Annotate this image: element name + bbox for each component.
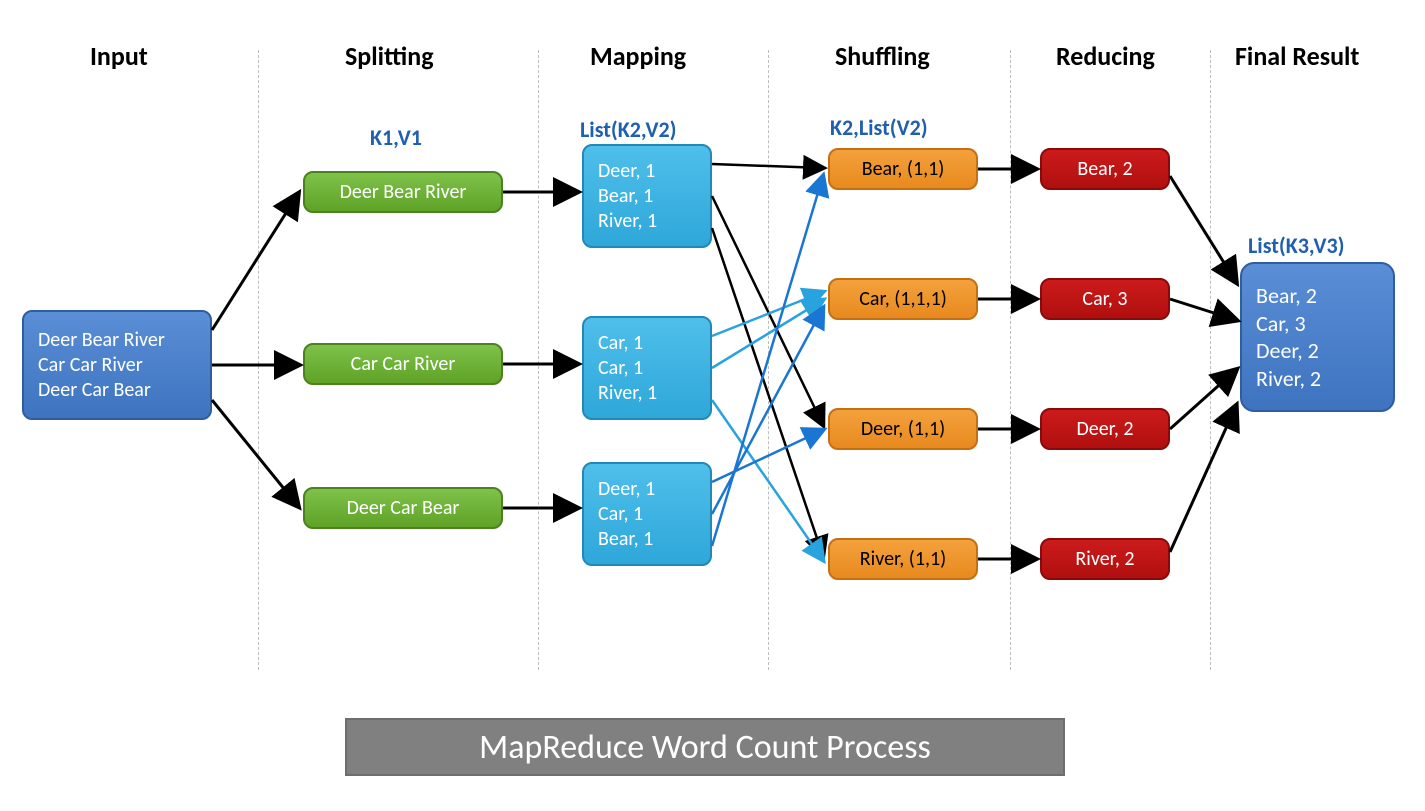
sublabel-listk2v2: List(K2,V2) bbox=[580, 116, 677, 143]
map-box-0: Deer, 1 Bear, 1 River, 1 bbox=[582, 144, 712, 248]
shuffle-box-0: Bear, (1,1) bbox=[828, 148, 978, 190]
input-line: Deer Car Bear bbox=[38, 378, 151, 403]
map-line: Bear, 1 bbox=[598, 527, 653, 552]
split-box-2: Deer Car Bear bbox=[303, 487, 503, 529]
reduce-box-3: River, 2 bbox=[1040, 538, 1170, 580]
shuffle-box-2: Deer, (1,1) bbox=[828, 408, 978, 450]
shuffle-box-1: Car, (1,1,1) bbox=[828, 278, 978, 320]
split-text: Car Car River bbox=[351, 352, 456, 377]
map-line: Deer, 1 bbox=[598, 159, 655, 184]
separator bbox=[768, 50, 769, 670]
map-line: Deer, 1 bbox=[598, 477, 655, 502]
stage-header-final: Final Result bbox=[1235, 40, 1359, 72]
final-line: River, 2 bbox=[1256, 365, 1321, 393]
reduce-box-0: Bear, 2 bbox=[1040, 148, 1170, 190]
split-box-0: Deer Bear River bbox=[303, 171, 503, 213]
split-box-1: Car Car River bbox=[303, 343, 503, 385]
map-line: Car, 1 bbox=[598, 331, 643, 356]
reduce-box-2: Deer, 2 bbox=[1040, 408, 1170, 450]
diagram-title-text: MapReduce Word Count Process bbox=[479, 727, 931, 768]
map-line: River, 1 bbox=[598, 209, 657, 234]
final-box: Bear, 2 Car, 3 Deer, 2 River, 2 bbox=[1240, 262, 1395, 412]
input-line: Car Car River bbox=[38, 353, 143, 378]
separator bbox=[258, 50, 259, 670]
map-line: Car, 1 bbox=[598, 502, 643, 527]
stage-header-mapping: Mapping bbox=[590, 40, 686, 72]
shuffle-box-3: River, (1,1) bbox=[828, 538, 978, 580]
shuffle-text: Car, (1,1,1) bbox=[859, 287, 947, 312]
separator bbox=[1210, 50, 1211, 670]
diagram-title: MapReduce Word Count Process bbox=[345, 718, 1065, 776]
sublabel-k1v1: K1,V1 bbox=[370, 124, 422, 151]
split-text: Deer Car Bear bbox=[347, 496, 460, 521]
input-box: Deer Bear River Car Car River Deer Car B… bbox=[22, 310, 212, 420]
final-line: Car, 3 bbox=[1256, 310, 1306, 338]
shuffle-text: Bear, (1,1) bbox=[862, 157, 945, 182]
map-line: River, 1 bbox=[598, 381, 657, 406]
reduce-text: Deer, 2 bbox=[1076, 417, 1133, 442]
shuffle-text: Deer, (1,1) bbox=[861, 417, 945, 442]
map-box-1: Car, 1 Car, 1 River, 1 bbox=[582, 316, 712, 420]
stage-header-splitting: Splitting bbox=[345, 40, 434, 72]
split-text: Deer Bear River bbox=[340, 180, 467, 205]
shuffle-text: River, (1,1) bbox=[860, 547, 946, 572]
reduce-text: River, 2 bbox=[1075, 547, 1134, 572]
input-line: Deer Bear River bbox=[38, 328, 165, 353]
map-box-2: Deer, 1 Car, 1 Bear, 1 bbox=[582, 462, 712, 566]
sublabel-listk3v3: List(K3,V3) bbox=[1248, 232, 1345, 259]
stage-header-reducing: Reducing bbox=[1056, 40, 1155, 72]
arrows-layer bbox=[0, 0, 1425, 811]
final-line: Bear, 2 bbox=[1256, 282, 1317, 310]
reduce-text: Bear, 2 bbox=[1077, 157, 1132, 182]
stage-header-shuffling: Shuffling bbox=[835, 40, 930, 72]
map-line: Bear, 1 bbox=[598, 184, 653, 209]
reduce-text: Car, 3 bbox=[1082, 287, 1127, 312]
separator bbox=[1010, 50, 1011, 670]
sublabel-k2listv2: K2,List(V2) bbox=[830, 114, 928, 141]
final-line: Deer, 2 bbox=[1256, 337, 1319, 365]
map-line: Car, 1 bbox=[598, 356, 643, 381]
reduce-box-1: Car, 3 bbox=[1040, 278, 1170, 320]
stage-header-input: Input bbox=[90, 40, 148, 72]
separator bbox=[538, 50, 539, 670]
